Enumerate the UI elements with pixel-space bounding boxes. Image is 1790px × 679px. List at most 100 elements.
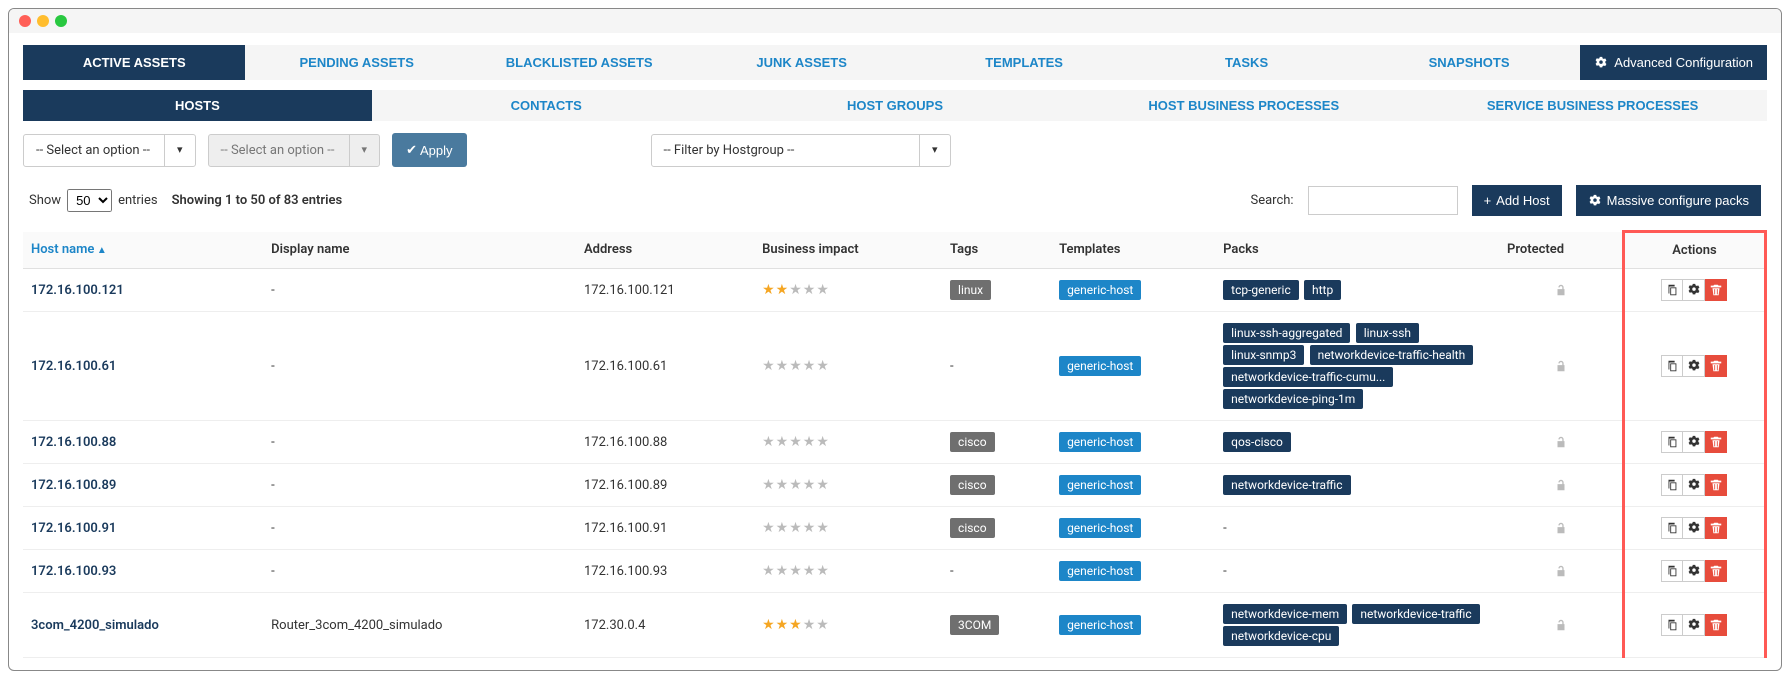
- pack-badge[interactable]: linux-ssh: [1356, 323, 1419, 343]
- col-templates[interactable]: Templates: [1051, 232, 1215, 269]
- protected-cell: [1499, 593, 1623, 658]
- configure-button[interactable]: [1683, 431, 1705, 453]
- impact-cell: ★★★★★: [754, 507, 942, 550]
- add-host-button[interactable]: + Add Host: [1472, 185, 1562, 216]
- check-icon: ✔: [406, 142, 417, 158]
- tab-blacklisted-assets[interactable]: BLACKLISTED ASSETS: [468, 45, 690, 80]
- filter-hostgroup[interactable]: -- Filter by Hostgroup -- ▾: [651, 134, 951, 167]
- templates-cell: generic-host: [1051, 550, 1215, 593]
- delete-button[interactable]: [1705, 355, 1727, 377]
- copy-button[interactable]: [1661, 279, 1683, 301]
- tab-host-groups[interactable]: HOST GROUPS: [721, 90, 1070, 121]
- host-link[interactable]: 172.16.100.61: [23, 312, 263, 421]
- unlock-icon: [1554, 434, 1568, 450]
- tags-cell: -: [942, 312, 1051, 421]
- host-link[interactable]: 172.16.100.93: [23, 550, 263, 593]
- host-link[interactable]: 172.16.100.91: [23, 507, 263, 550]
- advanced-configuration-button[interactable]: Advanced Configuration: [1580, 45, 1767, 80]
- table-row: 172.16.100.91-172.16.100.91★★★★★ciscogen…: [23, 507, 1766, 550]
- copy-button[interactable]: [1661, 431, 1683, 453]
- window-maximize-icon[interactable]: [55, 15, 67, 27]
- pack-badge[interactable]: networkdevice-traffic-cumu...: [1223, 367, 1393, 387]
- col-actions[interactable]: Actions: [1623, 232, 1765, 269]
- configure-button[interactable]: [1683, 560, 1705, 582]
- template-badge[interactable]: generic-host: [1059, 615, 1141, 635]
- window-minimize-icon[interactable]: [37, 15, 49, 27]
- search-input[interactable]: [1308, 186, 1458, 215]
- tab-junk-assets[interactable]: JUNK ASSETS: [690, 45, 912, 80]
- select-option-2-label: -- Select an option --: [209, 135, 349, 166]
- tab-contacts[interactable]: CONTACTS: [372, 90, 721, 121]
- pack-badge[interactable]: networkdevice-traffic-health: [1310, 345, 1474, 365]
- host-link[interactable]: 172.16.100.121: [23, 269, 263, 312]
- delete-button[interactable]: [1705, 517, 1727, 539]
- protected-cell: [1499, 464, 1623, 507]
- pack-badge[interactable]: tcp-generic: [1223, 280, 1299, 300]
- pack-badge[interactable]: http: [1304, 280, 1341, 300]
- host-link[interactable]: 172.16.100.89: [23, 464, 263, 507]
- delete-button[interactable]: [1705, 614, 1727, 636]
- pack-badge[interactable]: linux-ssh-aggregated: [1223, 323, 1350, 343]
- tab-tasks[interactable]: TASKS: [1135, 45, 1357, 80]
- template-badge[interactable]: generic-host: [1059, 356, 1141, 376]
- table-row: 172.16.100.61-172.16.100.61★★★★★-generic…: [23, 312, 1766, 421]
- configure-button[interactable]: [1683, 279, 1705, 301]
- template-badge[interactable]: generic-host: [1059, 475, 1141, 495]
- configure-button[interactable]: [1683, 517, 1705, 539]
- templates-cell: generic-host: [1051, 593, 1215, 658]
- tab-templates[interactable]: TEMPLATES: [913, 45, 1135, 80]
- tab-snapshots[interactable]: SNAPSHOTS: [1358, 45, 1580, 80]
- actions-cell: [1623, 464, 1765, 507]
- tags-cell: 3COM: [942, 593, 1051, 658]
- delete-button[interactable]: [1705, 474, 1727, 496]
- delete-button[interactable]: [1705, 560, 1727, 582]
- select-option-2[interactable]: -- Select an option -- ▾: [208, 134, 381, 167]
- delete-button[interactable]: [1705, 279, 1727, 301]
- pack-badge[interactable]: networkdevice-mem: [1223, 604, 1347, 624]
- unlock-icon: [1554, 477, 1568, 493]
- pack-badge[interactable]: networkdevice-cpu: [1223, 626, 1339, 646]
- massive-configure-button[interactable]: Massive configure packs: [1576, 185, 1761, 216]
- impact-stars: ★★★★★: [762, 477, 830, 493]
- delete-button[interactable]: [1705, 431, 1727, 453]
- pack-badge[interactable]: networkdevice-traffic: [1352, 604, 1479, 624]
- template-badge[interactable]: generic-host: [1059, 561, 1141, 581]
- tab-active-assets[interactable]: ACTIVE ASSETS: [23, 45, 245, 80]
- tags-cell: cisco: [942, 421, 1051, 464]
- configure-button[interactable]: [1683, 614, 1705, 636]
- copy-button[interactable]: [1661, 517, 1683, 539]
- plus-icon: +: [1484, 193, 1492, 208]
- copy-button[interactable]: [1661, 560, 1683, 582]
- configure-button[interactable]: [1683, 355, 1705, 377]
- window-close-icon[interactable]: [19, 15, 31, 27]
- tab-pending-assets[interactable]: PENDING ASSETS: [245, 45, 467, 80]
- gears-icon: [1588, 194, 1602, 208]
- template-badge[interactable]: generic-host: [1059, 518, 1141, 538]
- configure-button[interactable]: [1683, 474, 1705, 496]
- entries-count-select[interactable]: 50: [67, 189, 112, 212]
- col-display-name[interactable]: Display name: [263, 232, 576, 269]
- host-link[interactable]: 3com_4200_simulado: [23, 593, 263, 658]
- copy-button[interactable]: [1661, 474, 1683, 496]
- template-badge[interactable]: generic-host: [1059, 280, 1141, 300]
- col-protected[interactable]: Protected: [1499, 232, 1623, 269]
- apply-button[interactable]: ✔ Apply: [392, 133, 466, 167]
- col-host-name[interactable]: Host name: [23, 232, 263, 269]
- tab-host-business-processes[interactable]: HOST BUSINESS PROCESSES: [1069, 90, 1418, 121]
- pack-badge[interactable]: networkdevice-ping-1m: [1223, 389, 1363, 409]
- host-link[interactable]: 172.16.100.88: [23, 421, 263, 464]
- pack-badge[interactable]: qos-cisco: [1223, 432, 1291, 452]
- pack-badge[interactable]: linux-snmp3: [1223, 345, 1304, 365]
- template-badge[interactable]: generic-host: [1059, 432, 1141, 452]
- tags-cell: cisco: [942, 464, 1051, 507]
- select-option-1[interactable]: -- Select an option -- ▾: [23, 134, 196, 167]
- col-tags[interactable]: Tags: [942, 232, 1051, 269]
- col-business-impact[interactable]: Business impact: [754, 232, 942, 269]
- tab-service-business-processes[interactable]: SERVICE BUSINESS PROCESSES: [1418, 90, 1767, 121]
- col-address[interactable]: Address: [576, 232, 754, 269]
- col-packs[interactable]: Packs: [1215, 232, 1499, 269]
- copy-button[interactable]: [1661, 614, 1683, 636]
- tab-hosts[interactable]: HOSTS: [23, 90, 372, 121]
- pack-badge[interactable]: networkdevice-traffic: [1223, 475, 1350, 495]
- copy-button[interactable]: [1661, 355, 1683, 377]
